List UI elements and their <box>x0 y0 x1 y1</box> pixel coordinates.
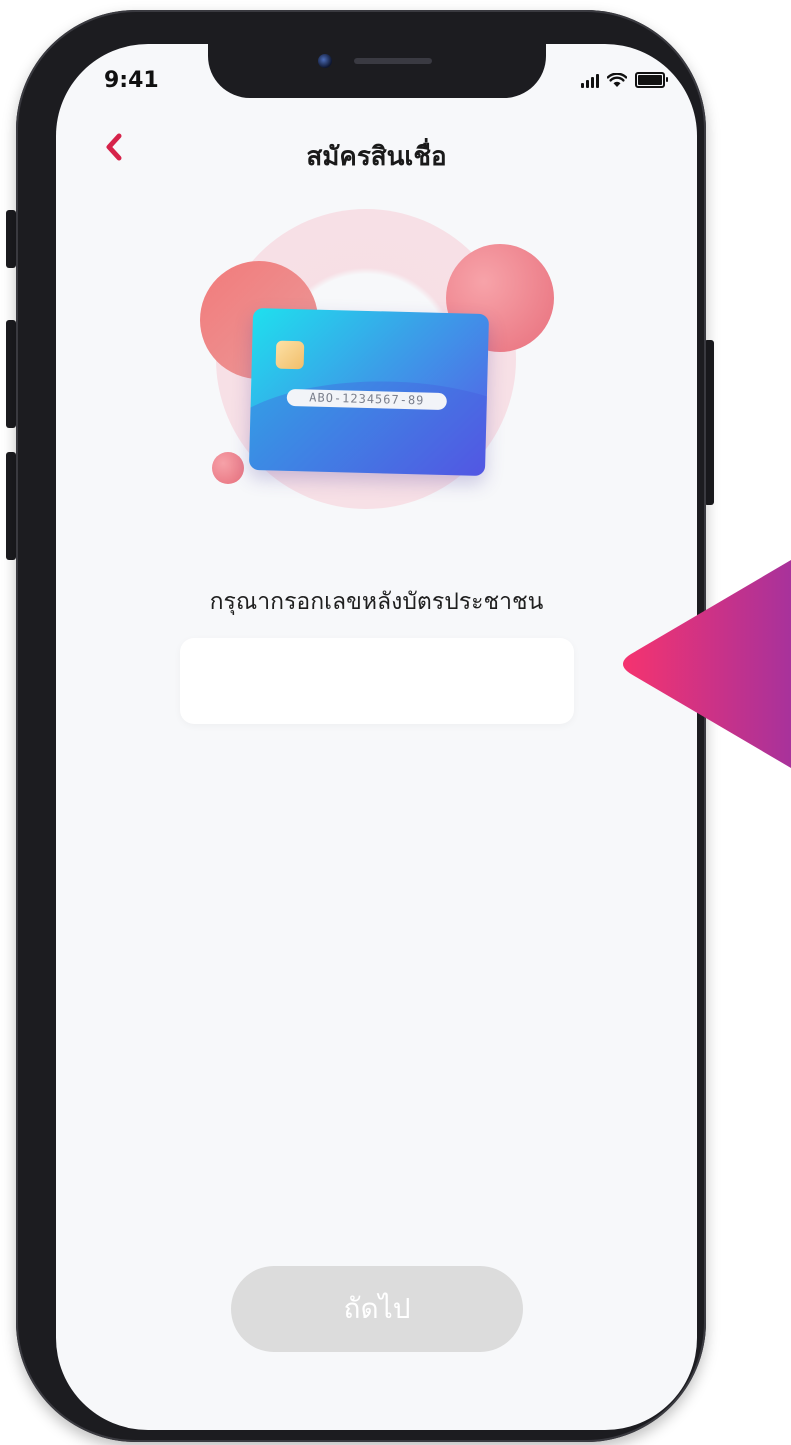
speaker-grille <box>354 58 432 64</box>
id-card-illustration: ABO-1234567-89 <box>196 209 556 519</box>
battery-icon <box>635 72 668 88</box>
phone-notch <box>208 42 546 98</box>
volume-up-button <box>6 320 16 428</box>
chip-icon <box>275 340 305 370</box>
page-title: สมัครสินเชื่อ <box>306 142 447 172</box>
pointer-arrow-icon <box>623 560 791 768</box>
volume-down-button <box>6 452 16 560</box>
id-number-input[interactable] <box>180 638 574 724</box>
camera-icon <box>318 54 332 68</box>
next-button[interactable]: ถัดไป <box>231 1266 523 1352</box>
card-graphic: ABO-1234567-89 <box>248 307 490 477</box>
silent-switch <box>6 210 16 268</box>
status-icons <box>581 72 668 88</box>
decor-bubble-small <box>212 452 244 484</box>
phone-frame: 9:41 สมัครสินเชื่อ ABO-1234567-89 กรุณาก… <box>16 10 706 1442</box>
app-screen: 9:41 สมัครสินเชื่อ ABO-1234567-89 กรุณาก… <box>56 44 697 1430</box>
wifi-icon <box>607 73 627 87</box>
cellular-signal-icon <box>581 74 599 88</box>
id-number-prompt: กรุณากรอกเลขหลังบัตรประชาชน <box>209 589 544 615</box>
status-time: 9:41 <box>104 68 159 93</box>
